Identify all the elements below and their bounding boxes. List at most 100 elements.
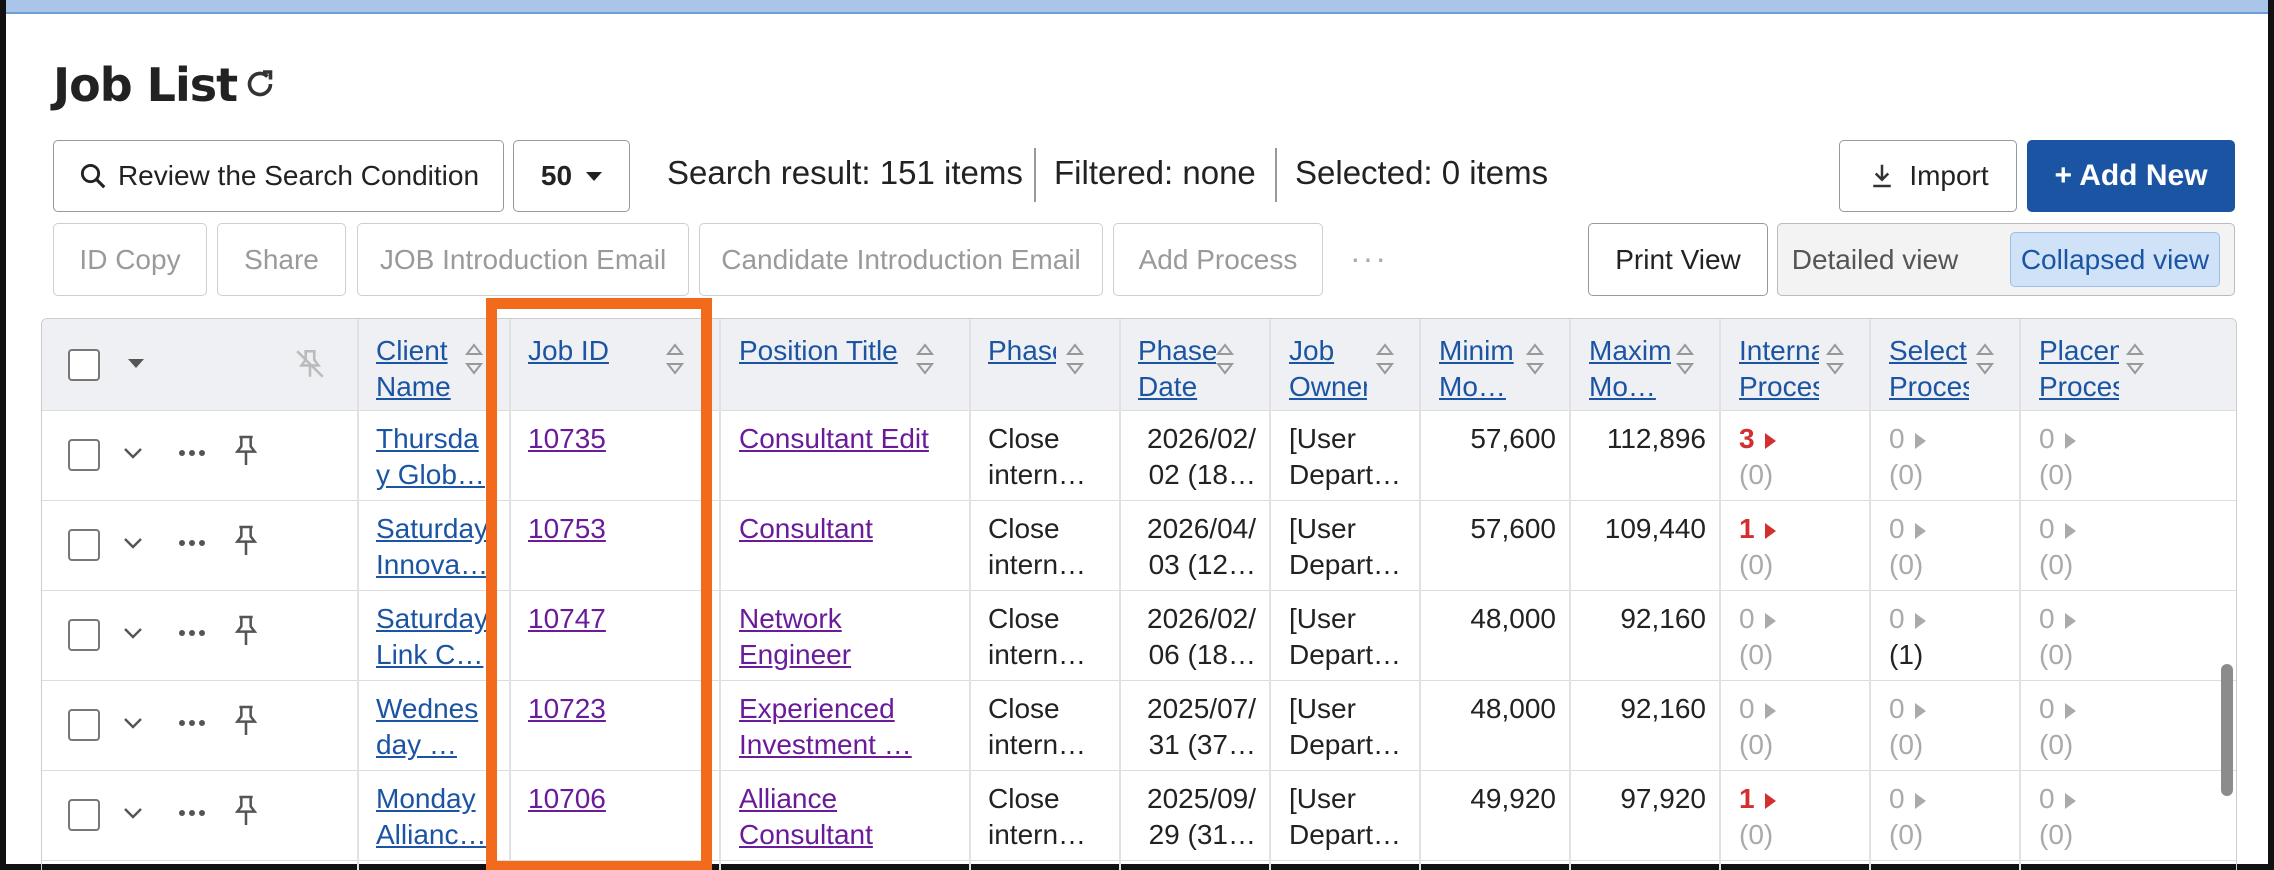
column-maximum[interactable]: Maxim Mo… bbox=[1589, 333, 1671, 405]
select-all-checkbox[interactable] bbox=[68, 349, 100, 381]
row-checkbox[interactable] bbox=[68, 799, 100, 831]
internal-process-count[interactable]: 1 bbox=[1739, 511, 1799, 547]
job-table: Client Name Job ID Position Title Phase … bbox=[41, 318, 2237, 870]
placement-process-count[interactable]: 0 bbox=[2039, 691, 2099, 727]
divider bbox=[1275, 148, 1277, 202]
add-process-button[interactable]: Add Process bbox=[1113, 223, 1323, 296]
sort-icon[interactable] bbox=[914, 341, 936, 377]
chevron-down-icon[interactable] bbox=[122, 535, 144, 551]
select-process-count[interactable]: 0 bbox=[1889, 601, 1949, 637]
table-row[interactable]: Monday Allianc… 10706 Alliance Consultant C… bbox=[42, 771, 2236, 861]
select-process-count[interactable]: 0 bbox=[1889, 781, 1949, 817]
sort-icon[interactable] bbox=[463, 341, 485, 377]
more-options-icon[interactable] bbox=[176, 439, 208, 467]
column-placement-process[interactable]: Placem Proces bbox=[2039, 333, 2119, 405]
placement-process-subcount: (0) bbox=[2039, 459, 2074, 490]
placement-process-count[interactable]: 0 bbox=[2039, 511, 2099, 547]
vertical-scrollbar[interactable] bbox=[2221, 664, 2233, 796]
internal-process-value: 0 bbox=[1739, 693, 1755, 724]
column-position-title[interactable]: Position Title bbox=[739, 333, 939, 369]
more-options-icon[interactable] bbox=[176, 619, 208, 647]
sort-icon[interactable] bbox=[1524, 341, 1546, 377]
column-phase[interactable]: Phase bbox=[988, 333, 1056, 369]
review-search-condition-button[interactable]: Review the Search Condition bbox=[53, 140, 504, 212]
phase-cell: Close intern… bbox=[988, 693, 1087, 760]
per-page-select[interactable]: 50 bbox=[513, 140, 630, 212]
sort-icon[interactable] bbox=[1674, 341, 1696, 377]
client-name-link[interactable]: Saturday Innova… bbox=[376, 511, 496, 583]
sort-icon[interactable] bbox=[1214, 341, 1236, 377]
placement-process-count[interactable]: 0 bbox=[2039, 421, 2099, 457]
sort-icon[interactable] bbox=[1824, 341, 1846, 377]
collapsed-view-toggle[interactable]: Collapsed view bbox=[2010, 232, 2220, 287]
client-name-link[interactable]: Saturday Link C… bbox=[376, 601, 496, 673]
column-job-owner[interactable]: Job Owner bbox=[1289, 333, 1367, 405]
sort-icon[interactable] bbox=[1974, 341, 1996, 377]
internal-process-subcount: (0) bbox=[1739, 459, 1774, 490]
position-title-link[interactable]: Consultant Edit bbox=[739, 421, 949, 493]
pin-icon[interactable] bbox=[230, 433, 262, 469]
internal-process-count[interactable]: 3 bbox=[1739, 421, 1799, 457]
pin-icon[interactable] bbox=[230, 613, 262, 649]
position-title-link[interactable]: Experienced Investment … bbox=[739, 691, 949, 763]
internal-process-count[interactable]: 0 bbox=[1739, 601, 1799, 637]
chevron-down-icon[interactable] bbox=[122, 715, 144, 731]
id-copy-button[interactable]: ID Copy bbox=[53, 223, 207, 296]
column-select-process[interactable]: Select Proces bbox=[1889, 333, 1969, 405]
sort-icon[interactable] bbox=[1374, 341, 1396, 377]
chevron-down-icon[interactable] bbox=[122, 445, 144, 461]
column-phase-date[interactable]: Phase Date bbox=[1138, 333, 1216, 405]
table-row[interactable]: Thursda y Glob… 10735 Consultant Edit Close… bbox=[42, 411, 2236, 501]
client-name-link[interactable]: Wednes day … bbox=[376, 691, 496, 763]
more-options-icon[interactable] bbox=[176, 799, 208, 827]
chevron-down-icon[interactable] bbox=[122, 625, 144, 641]
internal-process-count[interactable]: 1 bbox=[1739, 781, 1799, 817]
print-view-button[interactable]: Print View bbox=[1588, 223, 1768, 296]
share-button[interactable]: Share bbox=[217, 223, 346, 296]
chevron-down-icon[interactable] bbox=[122, 805, 144, 821]
internal-process-value: 0 bbox=[1739, 603, 1755, 634]
placement-process-count[interactable]: 0 bbox=[2039, 781, 2099, 817]
more-actions-icon[interactable]: ··· bbox=[1350, 240, 1388, 277]
pin-icon[interactable] bbox=[230, 703, 262, 739]
placement-process-subcount: (0) bbox=[2039, 819, 2074, 850]
column-internal-process[interactable]: Interna Proces bbox=[1739, 333, 1819, 405]
position-title-link[interactable]: Network Engineer bbox=[739, 601, 949, 673]
chevron-down-icon[interactable] bbox=[126, 357, 146, 371]
job-owner-cell: [User Depart… bbox=[1289, 693, 1402, 760]
placement-process-count[interactable]: 0 bbox=[2039, 601, 2099, 637]
column-minimum[interactable]: Minim Mo… bbox=[1439, 333, 1521, 405]
select-process-count[interactable]: 0 bbox=[1889, 511, 1949, 547]
more-options-icon[interactable] bbox=[176, 529, 208, 557]
candidate-introduction-email-button[interactable]: Candidate Introduction Email bbox=[699, 223, 1103, 296]
more-options-icon[interactable] bbox=[176, 709, 208, 737]
job-introduction-email-button[interactable]: JOB Introduction Email bbox=[357, 223, 689, 296]
caret-right-icon bbox=[2064, 522, 2076, 539]
row-checkbox[interactable] bbox=[68, 709, 100, 741]
select-process-count[interactable]: 0 bbox=[1889, 421, 1949, 457]
sort-icon[interactable] bbox=[2124, 341, 2146, 377]
position-title-link[interactable]: Consultant bbox=[739, 511, 949, 583]
unpin-icon[interactable] bbox=[293, 347, 327, 381]
placement-process-subcount: (0) bbox=[2039, 729, 2074, 760]
client-name-link[interactable]: Thursda y Glob… bbox=[376, 421, 496, 493]
sort-icon[interactable] bbox=[1064, 341, 1086, 377]
table-row[interactable]: Saturday Link C… 10747 Network Engineer Clo… bbox=[42, 591, 2236, 681]
pin-icon[interactable] bbox=[230, 793, 262, 829]
detailed-view-toggle[interactable]: Detailed view bbox=[1786, 232, 1964, 287]
pin-icon[interactable] bbox=[230, 523, 262, 559]
row-checkbox[interactable] bbox=[68, 529, 100, 561]
select-process-count[interactable]: 0 bbox=[1889, 691, 1949, 727]
position-title-link[interactable]: Alliance Consultant bbox=[739, 781, 949, 853]
import-button[interactable]: Import bbox=[1839, 140, 2017, 212]
client-name-link[interactable]: Monday Allianc… bbox=[376, 781, 496, 853]
add-new-button[interactable]: + Add New bbox=[2027, 140, 2235, 212]
row-checkbox[interactable] bbox=[68, 439, 100, 471]
column-client-name[interactable]: Client Name bbox=[376, 333, 454, 405]
internal-process-count[interactable]: 0 bbox=[1739, 691, 1799, 727]
table-row[interactable]: Saturday Innova… 10753 Consultant Close int… bbox=[42, 501, 2236, 591]
column-divider bbox=[1569, 319, 1571, 870]
table-row[interactable]: Wednes day … 10723 Experienced Investment … bbox=[42, 681, 2236, 771]
row-checkbox[interactable] bbox=[68, 619, 100, 651]
refresh-icon[interactable] bbox=[242, 66, 278, 102]
